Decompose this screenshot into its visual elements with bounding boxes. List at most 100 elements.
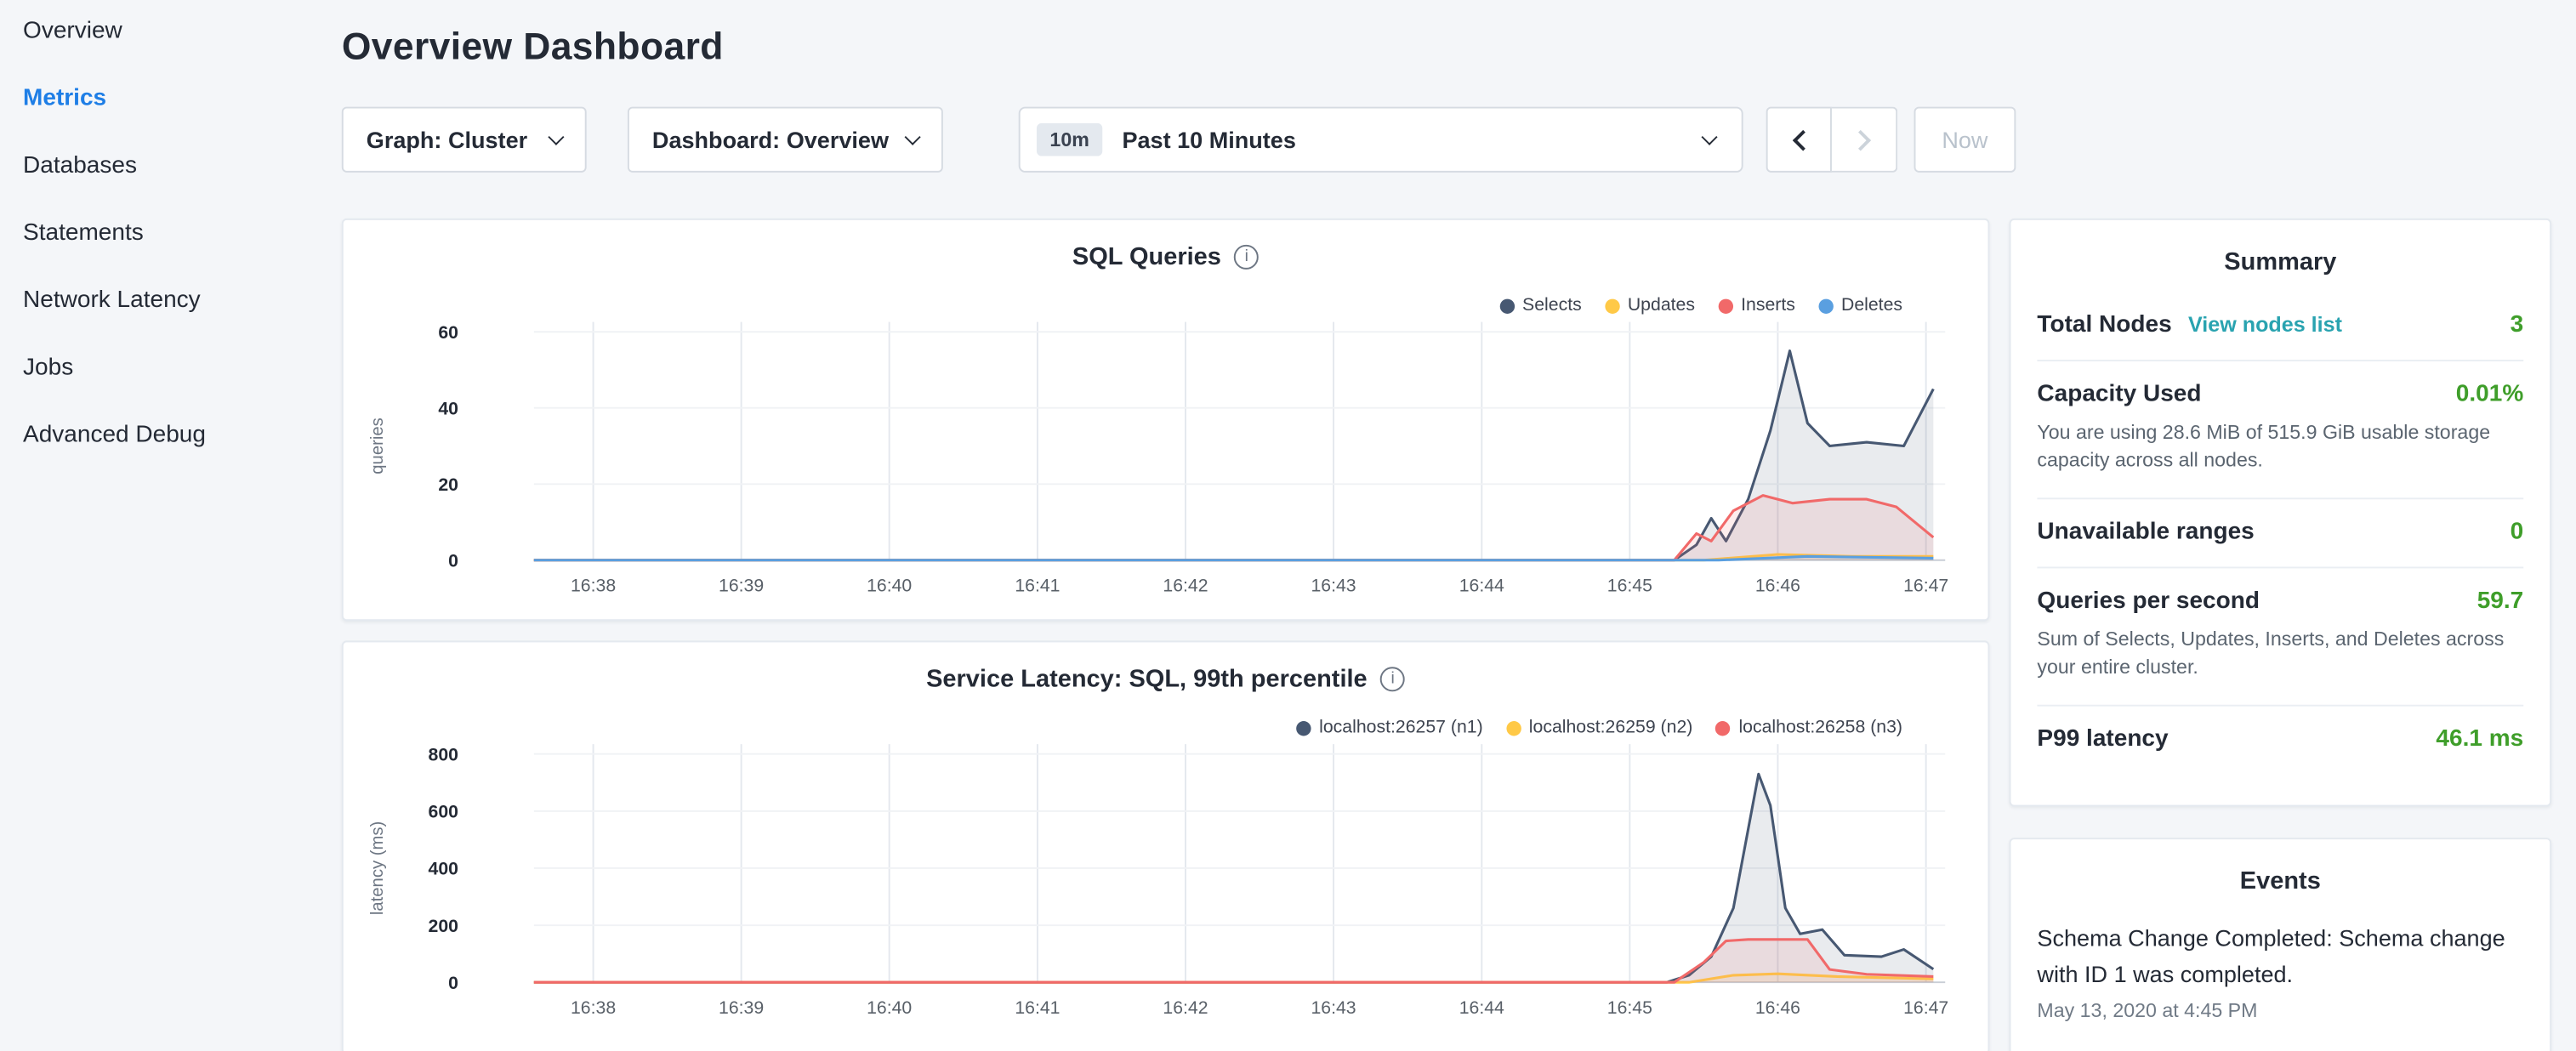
legend-item[interactable]: Selects — [1499, 296, 1582, 315]
legend-item[interactable]: localhost:26259 (n2) — [1506, 718, 1693, 737]
summary-value: 3 — [2511, 312, 2524, 338]
page-title: Overview Dashboard — [342, 25, 724, 69]
sidebar-item-metrics[interactable]: Metrics — [23, 85, 328, 124]
time-range-badge: 10m — [1037, 123, 1102, 156]
summary-value: 0 — [2511, 519, 2524, 545]
svg-text:0: 0 — [448, 550, 458, 571]
app-root: Overview Metrics Databases Statements Ne… — [0, 0, 2576, 1051]
chevron-down-icon — [905, 129, 921, 145]
legend-item[interactable]: localhost:26257 (n1) — [1296, 718, 1483, 737]
summary-value: 46.1 ms — [2436, 725, 2523, 752]
svg-text:16:38: 16:38 — [571, 997, 616, 1018]
chevron-down-icon — [1701, 129, 1717, 145]
sql-queries-chart[interactable]: 16:3816:3916:4016:4116:4216:4316:4416:45… — [344, 220, 1988, 619]
svg-text:200: 200 — [429, 916, 458, 936]
info-icon[interactable]: i — [1234, 245, 1259, 270]
legend-label: Selects — [1522, 296, 1582, 315]
event-message: Schema Change Completed: Schema change w… — [2037, 922, 2523, 993]
svg-text:16:46: 16:46 — [1755, 997, 1800, 1018]
svg-text:16:42: 16:42 — [1163, 575, 1208, 595]
summary-value: 0.01% — [2456, 381, 2523, 407]
legend-label: Deletes — [1841, 296, 1902, 315]
svg-text:16:45: 16:45 — [1607, 575, 1652, 595]
sidebar-item-advanced-debug[interactable]: Advanced Debug — [23, 422, 328, 461]
service-latency-chart[interactable]: 16:3816:3916:4016:4116:4216:4316:4416:45… — [344, 642, 1988, 1051]
summary-row-total-nodes: Total Nodes View nodes list 3 — [2037, 293, 2523, 361]
svg-text:600: 600 — [429, 802, 458, 822]
service-latency-chart-card: Service Latency: SQL, 99th percentile i … — [342, 640, 1990, 1051]
legend-dot — [1818, 298, 1833, 313]
chart-legend: localhost:26257 (n1) localhost:26259 (n2)… — [1296, 718, 1902, 737]
summary-desc: Sum of Selects, Updates, Inserts, and De… — [2037, 626, 2523, 683]
summary-desc: You are using 28.6 MiB of 515.9 GiB usab… — [2037, 419, 2523, 476]
legend-dot — [1605, 298, 1619, 313]
time-range-dropdown[interactable]: 10m Past 10 Minutes — [1019, 107, 1743, 173]
event-item[interactable]: Schema Change Completed: Schema change w… — [2037, 912, 2523, 1022]
svg-text:latency (ms): latency (ms) — [368, 821, 387, 915]
legend-dot — [1718, 298, 1732, 313]
legend-label: Inserts — [1741, 296, 1795, 315]
summary-label: Total Nodes — [2037, 312, 2171, 338]
svg-text:60: 60 — [438, 322, 458, 343]
legend-dot — [1506, 720, 1521, 735]
sidebar: Overview Metrics Databases Statements Ne… — [0, 0, 328, 1051]
chevron-right-icon — [1850, 129, 1871, 151]
chart-title: SQL Queries — [1072, 243, 1221, 271]
svg-text:16:40: 16:40 — [867, 997, 912, 1018]
svg-text:16:42: 16:42 — [1163, 997, 1208, 1018]
svg-text:16:44: 16:44 — [1459, 997, 1504, 1018]
summary-label: Unavailable ranges — [2037, 519, 2254, 545]
summary-label: Queries per second — [2037, 588, 2260, 614]
legend-item[interactable]: localhost:26258 (n3) — [1715, 718, 1902, 737]
svg-text:16:41: 16:41 — [1015, 575, 1060, 595]
sidebar-item-statements[interactable]: Statements — [23, 220, 328, 259]
summary-row-unavailable-ranges: Unavailable ranges 0 — [2037, 499, 2523, 568]
svg-text:800: 800 — [429, 744, 458, 764]
time-range-prev-button[interactable] — [1766, 107, 1832, 173]
chevron-left-icon — [1792, 129, 1813, 151]
sidebar-item-overview[interactable]: Overview — [23, 18, 328, 57]
dashboard-label: Dashboard: Overview — [652, 127, 889, 153]
legend-dot — [1715, 720, 1730, 735]
dashboard-dropdown[interactable]: Dashboard: Overview — [628, 107, 943, 173]
sidebar-item-databases[interactable]: Databases — [23, 153, 328, 192]
chevron-down-icon — [548, 129, 564, 145]
legend-label: localhost:26259 (n2) — [1529, 718, 1693, 737]
chart-canvas[interactable]: 16:3816:3916:4016:4116:4216:4316:4416:45… — [344, 220, 1988, 619]
summary-row-capacity-used: Capacity Used 0.01% You are using 28.6 M… — [2037, 361, 2523, 499]
controls-bar: Graph: Cluster Dashboard: Overview 10m P… — [342, 107, 2149, 173]
legend-item[interactable]: Deletes — [1818, 296, 1902, 315]
summary-row-queries-per-second: Queries per second 59.7 Sum of Selects, … — [2037, 568, 2523, 706]
chart-canvas[interactable]: 16:3816:3916:4016:4116:4216:4316:4416:45… — [344, 642, 1988, 1041]
svg-text:16:41: 16:41 — [1015, 997, 1060, 1018]
graph-scope-dropdown[interactable]: Graph: Cluster — [342, 107, 587, 173]
graph-scope-label: Graph: Cluster — [367, 127, 527, 153]
now-button[interactable]: Now — [1914, 107, 2016, 173]
time-range-label: Past 10 Minutes — [1122, 127, 1295, 153]
summary-panel: Summary Total Nodes View nodes list 3 Ca… — [2010, 219, 2551, 807]
legend-label: localhost:26257 (n1) — [1319, 718, 1483, 737]
svg-text:16:39: 16:39 — [719, 575, 764, 595]
events-panel: Events Schema Change Completed: Schema c… — [2010, 838, 2551, 1051]
svg-text:queries: queries — [368, 418, 387, 474]
legend-dot — [1499, 298, 1514, 313]
svg-text:16:45: 16:45 — [1607, 997, 1652, 1018]
time-range-arrows — [1766, 107, 1898, 173]
svg-text:400: 400 — [429, 859, 458, 879]
svg-text:16:44: 16:44 — [1459, 575, 1504, 595]
summary-value: 59.7 — [2477, 588, 2524, 614]
info-icon[interactable]: i — [1380, 667, 1405, 691]
legend-dot — [1296, 720, 1311, 735]
sidebar-item-jobs[interactable]: Jobs — [23, 355, 328, 394]
svg-text:16:43: 16:43 — [1311, 575, 1356, 595]
legend-item[interactable]: Updates — [1605, 296, 1695, 315]
view-nodes-list-link[interactable]: View nodes list — [2188, 312, 2342, 337]
svg-text:16:47: 16:47 — [1903, 575, 1948, 595]
sidebar-item-network-latency[interactable]: Network Latency — [23, 287, 328, 327]
svg-text:16:38: 16:38 — [571, 575, 616, 595]
legend-label: Updates — [1628, 296, 1695, 315]
event-timestamp: May 13, 2020 at 4:45 PM — [2037, 999, 2523, 1022]
chart-title: Service Latency: SQL, 99th percentile — [926, 665, 1368, 693]
time-range-next-button[interactable] — [1832, 107, 1897, 173]
legend-item[interactable]: Inserts — [1718, 296, 1795, 315]
